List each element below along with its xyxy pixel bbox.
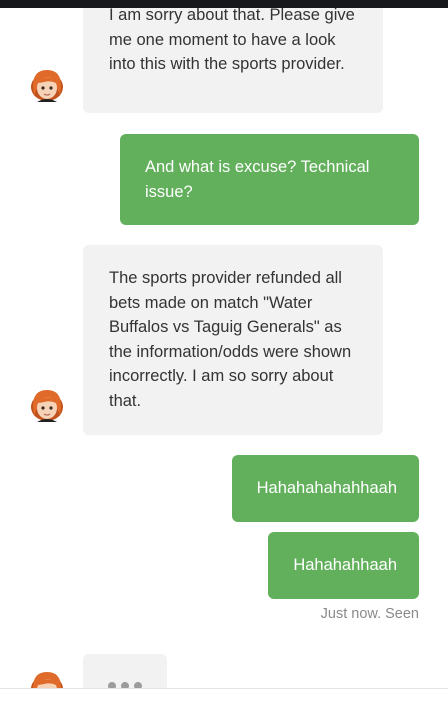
composer-bar[interactable] [0,688,448,703]
user-message-text: And what is excuse? Technical issue? [145,158,370,201]
support-agent-avatar-icon [31,70,63,102]
support-agent-avatar-icon [31,390,63,422]
typing-indicator [83,654,167,688]
agent-message-text: The sports provider refunded all bets ma… [109,269,352,410]
user-message-text: Hahahahhaah [293,556,397,574]
support-agent-avatar-icon [31,672,63,688]
user-message: And what is excuse? Technical issue? [120,134,419,225]
chat-transcript[interactable]: I am sorry about that. Please give me on… [0,8,448,688]
user-message-text: Hahahahahahhaah [256,479,397,497]
window-top-bar [0,0,448,8]
read-receipt: Just now. Seen [320,606,419,622]
agent-message-text: I am sorry about that. Please give me on… [109,8,355,73]
user-message: Hahahahahahhaah [231,455,419,522]
agent-message: The sports provider refunded all bets ma… [83,245,383,435]
agent-message: I am sorry about that. Please give me on… [83,8,383,113]
user-message: Hahahahhaah [268,532,419,599]
